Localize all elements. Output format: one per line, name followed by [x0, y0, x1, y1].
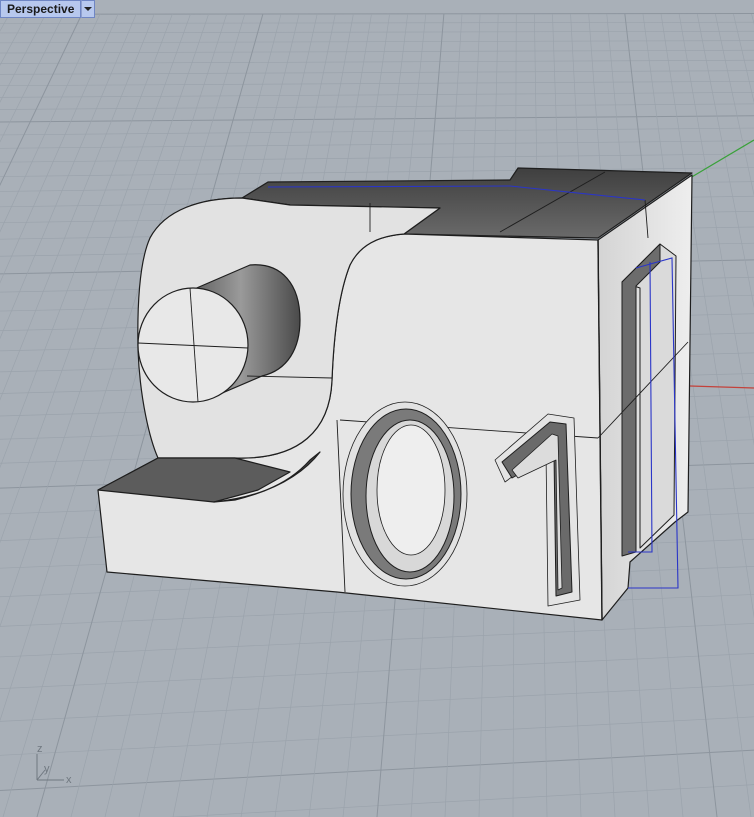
grid-line — [733, 13, 754, 104]
grid-line — [0, 103, 754, 110]
grid-line — [696, 13, 754, 309]
digit-zero-engraving — [342, 401, 468, 587]
axis-z-label: z — [37, 743, 43, 755]
grid-line — [0, 140, 754, 149]
grid-line — [0, 623, 754, 658]
axis-y-label: y — [44, 763, 50, 775]
grid-line — [0, 653, 754, 689]
viewport-menu-button[interactable] — [81, 0, 96, 18]
axis-indicator: z y x — [30, 740, 80, 790]
chevron-down-icon — [84, 7, 93, 11]
grid-line — [0, 21, 754, 24]
grid-line — [678, 13, 754, 446]
grid-line — [0, 13, 754, 15]
y-axis-line — [689, 139, 754, 179]
grid-line — [0, 30, 754, 34]
viewport-scene[interactable] — [0, 0, 754, 817]
grid-line — [0, 594, 754, 627]
grid-line — [0, 40, 754, 44]
model-block[interactable] — [97, 167, 693, 621]
grid-line — [0, 716, 754, 756]
grid-line — [0, 49, 754, 54]
grid-line — [0, 70, 754, 75]
viewport-title-tab[interactable]: Perspective — [0, 0, 96, 18]
cylinder-cap — [137, 287, 249, 403]
grid-line — [0, 59, 754, 64]
grid-line — [0, 92, 754, 98]
grid-line — [0, 80, 754, 87]
grid-line — [0, 127, 754, 136]
axis-x-label: x — [66, 774, 72, 786]
viewport-title-label[interactable]: Perspective — [0, 0, 82, 18]
grid-line — [0, 684, 754, 722]
perspective-viewport[interactable]: Perspective z y x — [0, 0, 754, 817]
